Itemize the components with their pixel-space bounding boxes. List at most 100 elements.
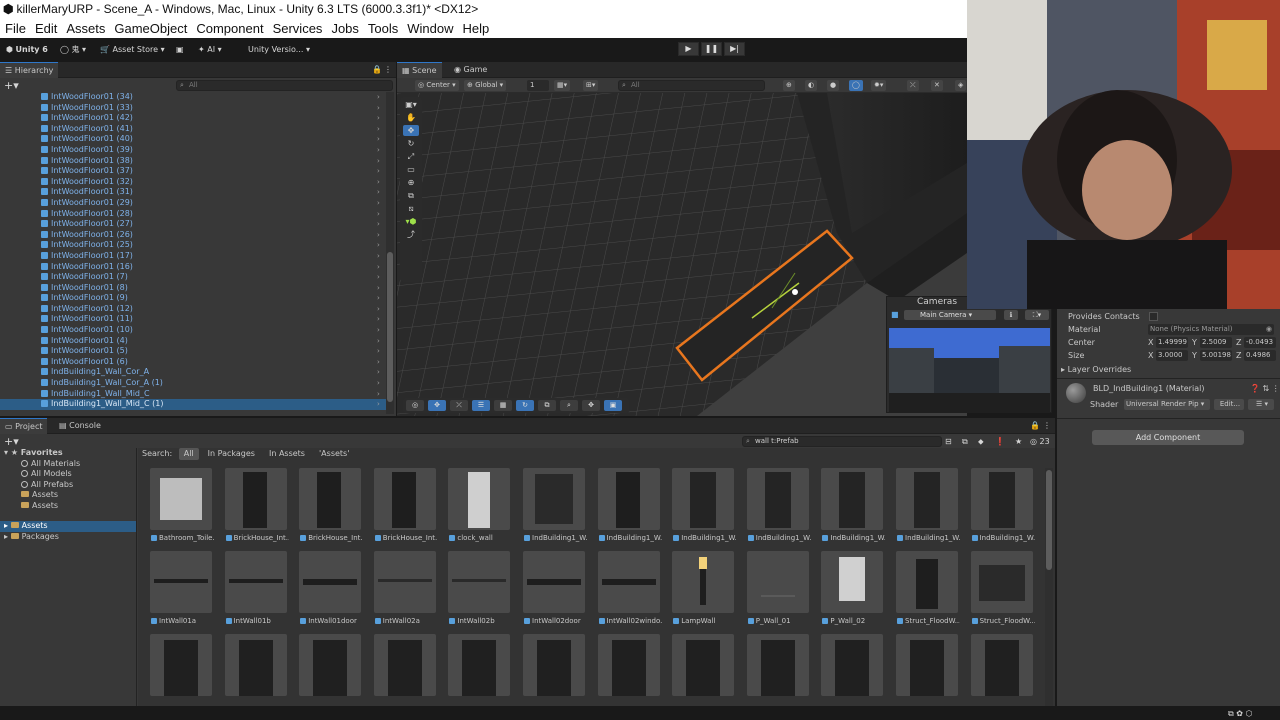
chevron-right-icon[interactable]: › bbox=[377, 367, 380, 378]
asset-scrollbar[interactable] bbox=[1045, 468, 1053, 718]
favorite-star-icon[interactable]: ★ bbox=[1015, 435, 1022, 448]
asset-item[interactable]: IndBuilding1_W... bbox=[523, 468, 587, 543]
account-button[interactable]: ◯ 鬼 ▾ bbox=[60, 43, 86, 56]
hierarchy-item[interactable]: IntWoodFloor01 (28) › bbox=[0, 209, 386, 220]
asset-item[interactable]: Bathroom_Toile... bbox=[150, 468, 214, 543]
size-z-field[interactable]: 0.4986 bbox=[1244, 350, 1276, 361]
camera-select[interactable]: Main Camera ▾ bbox=[904, 310, 996, 320]
asset-item[interactable] bbox=[672, 634, 736, 696]
spline-tool-icon[interactable]: ⤴ bbox=[403, 229, 419, 240]
version-control-button[interactable]: Unity Versio... ▾ bbox=[248, 43, 310, 56]
chevron-right-icon[interactable]: › bbox=[377, 198, 380, 209]
hierarchy-item[interactable]: IntWoodFloor01 (11) › bbox=[0, 314, 386, 325]
chevron-right-icon[interactable]: › bbox=[377, 325, 380, 336]
shaded-icon[interactable]: ● bbox=[827, 80, 840, 91]
asset-item[interactable] bbox=[821, 634, 885, 696]
asset-item[interactable] bbox=[373, 634, 438, 696]
asset-item[interactable]: Struct_FloodW... bbox=[970, 551, 1035, 626]
split-tool-icon[interactable]: ⤫ bbox=[450, 400, 468, 411]
material-menu-icons[interactable]: ❓ ⇅ ⋮ bbox=[1250, 383, 1280, 394]
shader-dropdown[interactable]: Universal Render Pip ▾ bbox=[1124, 399, 1210, 410]
asset-item[interactable] bbox=[523, 634, 587, 696]
create-asset-button[interactable]: +▾ bbox=[4, 435, 19, 448]
globe-icon[interactable]: ⊕ bbox=[783, 80, 795, 91]
chevron-right-icon[interactable]: › bbox=[377, 209, 380, 220]
favorite-all-materials[interactable]: All Materials bbox=[0, 459, 136, 470]
chevron-right-icon[interactable]: › bbox=[377, 230, 380, 241]
favorite-all-prefabs[interactable]: All Prefabs bbox=[0, 480, 136, 491]
scale-tool-icon[interactable]: ⤢ bbox=[403, 151, 419, 162]
tab-scene[interactable]: ▦ Scene bbox=[397, 62, 442, 78]
chevron-right-icon[interactable]: › bbox=[377, 314, 380, 325]
asset-item[interactable] bbox=[299, 634, 363, 696]
sphere-icon[interactable]: ◐ bbox=[805, 80, 818, 91]
hierarchy-item[interactable]: IntWoodFloor01 (41) › bbox=[0, 124, 386, 135]
pan-overlay-icon[interactable]: ✥ bbox=[582, 400, 600, 411]
search-by-type-icon[interactable]: ⊟ bbox=[945, 435, 952, 448]
menu-file[interactable]: File bbox=[0, 19, 30, 38]
asset-item[interactable] bbox=[970, 634, 1035, 696]
hierarchy-item[interactable]: IntWoodFloor01 (17) › bbox=[0, 251, 386, 262]
log-icon[interactable]: ❗ bbox=[995, 435, 1005, 448]
asset-item[interactable]: BrickHouse_Int... bbox=[373, 468, 438, 543]
lock-icon[interactable]: 🔒 bbox=[1030, 419, 1040, 432]
hierarchy-item[interactable]: IndBuilding1_Wall_Cor_A › bbox=[0, 367, 386, 378]
center-y-field[interactable]: 2.5009 bbox=[1200, 337, 1232, 348]
hierarchy-item[interactable]: IntWoodFloor01 (37) › bbox=[0, 166, 386, 177]
menu-component[interactable]: Component bbox=[191, 19, 267, 38]
menu-window[interactable]: Window bbox=[402, 19, 457, 38]
chevron-right-icon[interactable]: › bbox=[377, 134, 380, 145]
asset-item[interactable]: P_Wall_01 bbox=[746, 551, 811, 626]
zoom-overlay-icon[interactable]: ⌕ bbox=[560, 400, 578, 411]
hierarchy-item[interactable]: IntWoodFloor01 (5) › bbox=[0, 346, 386, 357]
render-mode-icon[interactable]: ◯ bbox=[849, 80, 863, 91]
chevron-right-icon[interactable]: › bbox=[377, 145, 380, 156]
hierarchy-scroll-thumb[interactable] bbox=[387, 252, 393, 402]
pivot-dropdown[interactable]: ◎ Center ▾ bbox=[415, 80, 459, 91]
asset-item[interactable] bbox=[224, 634, 289, 696]
tab-hierarchy[interactable]: ☰ Hierarchy bbox=[0, 62, 59, 78]
chevron-right-icon[interactable]: › bbox=[377, 399, 380, 410]
asset-item[interactable]: IndBuilding1_W... bbox=[746, 468, 811, 543]
scene-viewport[interactable]: ▣▾ ✋ ✥ ↻ ⤢ ▭ ⊕ ⧉ ⧅ ▾⬢ ⤴ ◎ ✥ ⤫ ☰ ▦ ↻ ⧉ ⌕ ✥ ▣ bbox=[397, 93, 967, 416]
hierarchy-item[interactable]: IntWoodFloor01 (6) › bbox=[0, 357, 386, 368]
asset-item[interactable]: IndBuilding1_W... bbox=[597, 468, 662, 543]
chevron-right-icon[interactable]: › bbox=[377, 156, 380, 167]
provides-contacts-checkbox[interactable] bbox=[1149, 312, 1158, 321]
move-tool-icon[interactable]: ✥ bbox=[403, 125, 419, 136]
status-icons[interactable]: ⧉ ✿ ⬡ bbox=[1228, 707, 1253, 720]
ai-button[interactable]: ✦ AI ▾ bbox=[198, 43, 222, 56]
scene-search-input[interactable]: All bbox=[618, 80, 765, 91]
size-x-field[interactable]: 3.0000 bbox=[1156, 350, 1188, 361]
chevron-right-icon[interactable]: › bbox=[377, 166, 380, 177]
hierarchy-item[interactable]: IntWoodFloor01 (26) › bbox=[0, 230, 386, 241]
hierarchy-item[interactable]: IntWoodFloor01 (7) › bbox=[0, 272, 386, 283]
rect-tool-icon[interactable]: ▭ bbox=[403, 164, 419, 175]
rotate-tool-icon[interactable]: ↻ bbox=[403, 138, 419, 149]
size-y-field[interactable]: 5.00198 bbox=[1200, 350, 1232, 361]
menu-gameobject[interactable]: GameObject bbox=[109, 19, 191, 38]
asset-item[interactable] bbox=[746, 634, 811, 696]
scope-assets-folder[interactable]: 'Assets' bbox=[314, 448, 354, 460]
hierarchy-item[interactable]: IntWoodFloor01 (29) › bbox=[0, 198, 386, 209]
hierarchy-scrollbar[interactable] bbox=[386, 92, 394, 414]
chevron-right-icon[interactable]: › bbox=[377, 336, 380, 347]
hierarchy-item[interactable]: IndBuilding1_Wall_Cor_A (1) › bbox=[0, 378, 386, 389]
hierarchy-search-input[interactable]: All bbox=[176, 80, 393, 91]
transform-tool-icon[interactable]: ⊕ bbox=[403, 177, 419, 188]
visibility-icon[interactable]: ⤫ bbox=[907, 80, 919, 91]
chevron-right-icon[interactable]: › bbox=[377, 124, 380, 135]
project-search-input[interactable]: wall t:Prefab bbox=[742, 436, 942, 447]
tab-project[interactable]: ▭ Project bbox=[0, 418, 48, 434]
hierarchy-item[interactable]: IntWoodFloor01 (32) › bbox=[0, 177, 386, 188]
chevron-right-icon[interactable]: › bbox=[377, 283, 380, 294]
tab-console[interactable]: ▤ Console bbox=[54, 418, 106, 434]
camera-mode-icon[interactable]: ⛶▾ bbox=[1025, 310, 1049, 320]
more-icon[interactable]: ⋮ bbox=[384, 63, 392, 76]
asset-item[interactable]: IntWall01a bbox=[150, 551, 214, 626]
chevron-right-icon[interactable]: › bbox=[377, 389, 380, 400]
menu-tools[interactable]: Tools bbox=[363, 19, 402, 38]
layer-overrides-foldout[interactable]: ▸ Layer Overrides bbox=[1061, 364, 1131, 375]
favorites-foldout[interactable]: ▾ ★ Favorites bbox=[0, 448, 136, 459]
asset-item[interactable]: IndBuilding1_W... bbox=[821, 468, 885, 543]
